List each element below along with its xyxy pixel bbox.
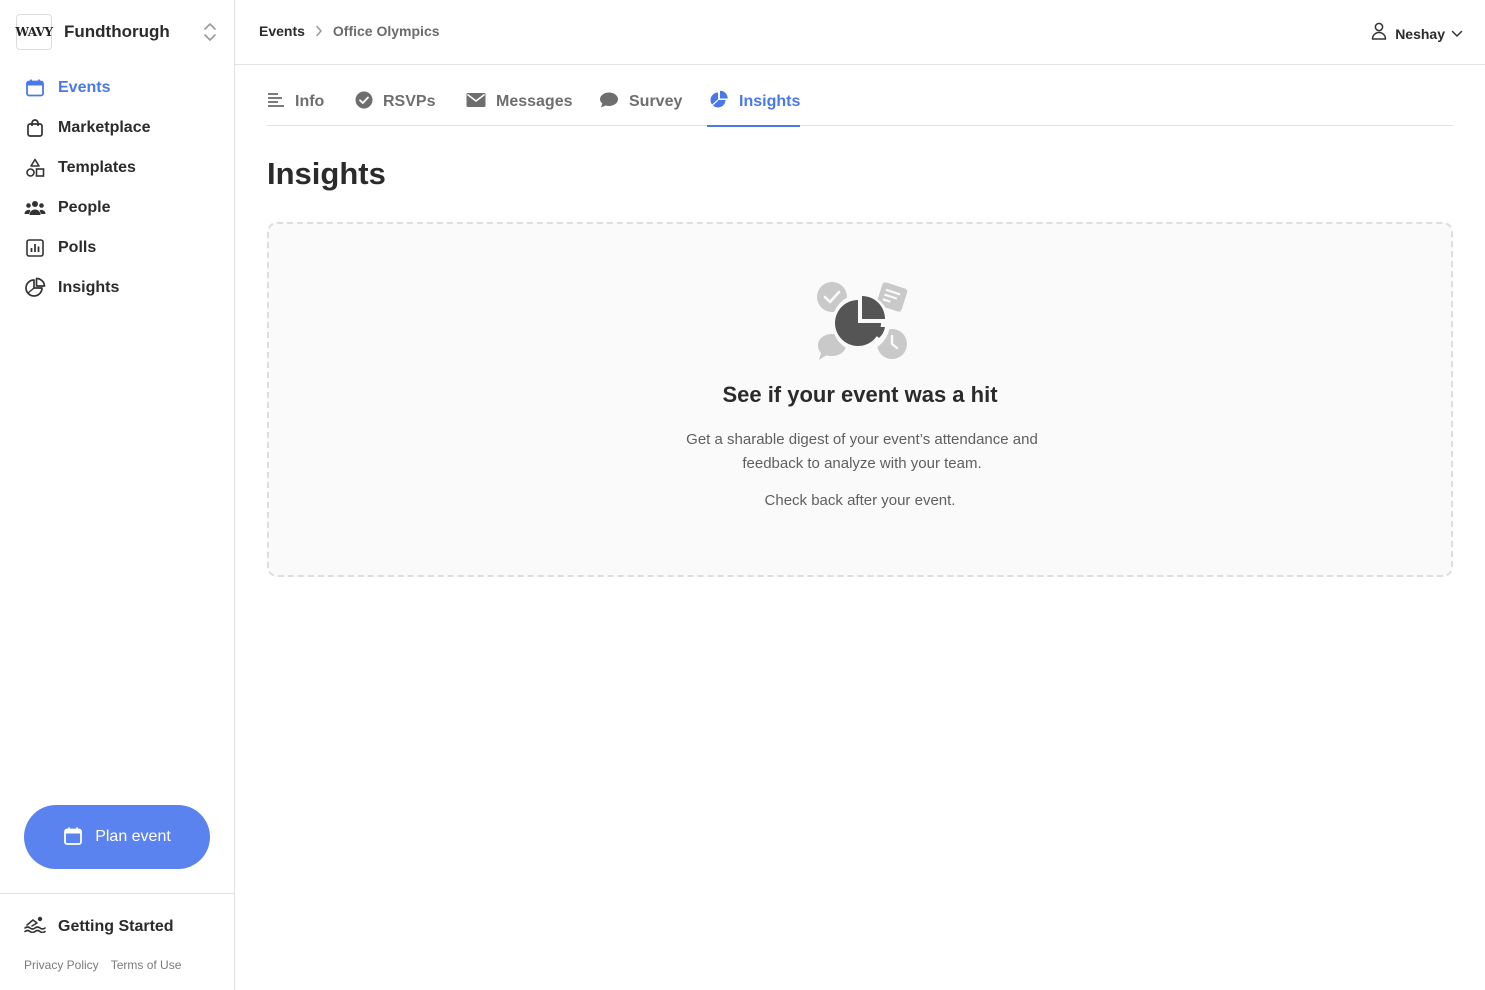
org-switcher[interactable]: WAVY Fundthorugh: [15, 14, 220, 50]
breadcrumb-events-link[interactable]: Events: [259, 23, 305, 39]
tab-label: Survey: [629, 93, 683, 110]
tab-survey[interactable]: Survey: [599, 82, 682, 126]
sidebar-item-events[interactable]: Events: [0, 68, 234, 108]
lines-icon: [267, 92, 285, 113]
pie-chart-icon: [24, 277, 46, 299]
footer-links: Privacy Policy Terms of Use: [24, 958, 181, 972]
swimmer-icon: [24, 915, 46, 938]
sidebar-item-polls[interactable]: Polls: [0, 228, 234, 268]
user-name: Neshay: [1395, 25, 1445, 42]
tab-label: Messages: [496, 93, 573, 110]
sidebar: WAVY Fundthorugh Events Marketplace Temp…: [0, 0, 235, 990]
wavy-logo: WAVY: [15, 14, 53, 50]
sidebar-item-label: Insights: [58, 279, 120, 296]
bar-chart-icon: [24, 237, 46, 259]
getting-started-label: Getting Started: [58, 917, 174, 935]
breadcrumb: Events Office Olympics: [259, 23, 440, 39]
sidebar-divider: [0, 893, 234, 894]
calendar-icon: [63, 826, 83, 849]
sidebar-item-insights[interactable]: Insights: [0, 268, 234, 308]
event-tabs: Info RSVPs Messages Survey Insights: [267, 82, 1453, 127]
sidebar-item-label: Templates: [58, 159, 136, 176]
sidebar-item-label: Marketplace: [58, 119, 151, 136]
privacy-policy-link[interactable]: Privacy Policy: [24, 958, 99, 972]
tab-label: RSVPs: [383, 93, 436, 110]
envelope-icon: [466, 92, 486, 113]
user-menu[interactable]: Neshay: [1371, 22, 1463, 45]
check-circle-icon: [355, 91, 373, 114]
sidebar-item-templates[interactable]: Templates: [0, 148, 234, 188]
org-name: Fundthorugh: [64, 22, 170, 41]
empty-state-note: Check back after your event.: [764, 492, 956, 509]
chevron-down-icon: [1451, 30, 1463, 38]
plan-event-button[interactable]: Plan event: [24, 805, 210, 869]
empty-state-title: See if your event was a hit: [722, 382, 998, 407]
people-icon: [24, 197, 46, 219]
calendar-icon: [24, 77, 46, 99]
sidebar-item-label: Polls: [58, 239, 97, 256]
tab-label: Insights: [739, 93, 801, 110]
sidebar-item-label: People: [58, 199, 111, 216]
sidebar-item-label: Events: [58, 79, 111, 96]
tab-rsvps[interactable]: RSVPs: [355, 82, 435, 126]
tab-label: Info: [295, 93, 325, 110]
terms-of-use-link[interactable]: Terms of Use: [111, 958, 182, 972]
page-title: Insights: [267, 156, 386, 191]
insights-empty-state: See if your event was a hit Get a sharab…: [267, 222, 1453, 577]
shopping-bag-icon: [24, 117, 46, 139]
chat-bubble-icon: [599, 91, 619, 114]
getting-started-link[interactable]: Getting Started: [24, 915, 174, 938]
user-icon: [1371, 22, 1387, 45]
insights-illustration-icon: [814, 280, 910, 364]
tab-info[interactable]: Info: [267, 82, 324, 126]
sidebar-nav: Events Marketplace Templates People Poll…: [0, 68, 234, 308]
shapes-icon: [24, 157, 46, 179]
breadcrumb-current: Office Olympics: [332, 23, 440, 39]
chevron-up-down-icon[interactable]: [200, 20, 220, 44]
tab-messages[interactable]: Messages: [466, 82, 573, 126]
empty-state-description: Get a sharable digest of your event’s at…: [686, 431, 1038, 472]
sidebar-item-marketplace[interactable]: Marketplace: [0, 108, 234, 148]
tab-insights[interactable]: Insights: [706, 82, 801, 127]
pie-chart-icon: [709, 90, 729, 115]
chevron-right-icon: [315, 25, 323, 37]
sidebar-item-people[interactable]: People: [0, 188, 234, 228]
plan-event-label: Plan event: [95, 828, 171, 845]
top-bar: Events Office Olympics Neshay: [235, 0, 1485, 65]
